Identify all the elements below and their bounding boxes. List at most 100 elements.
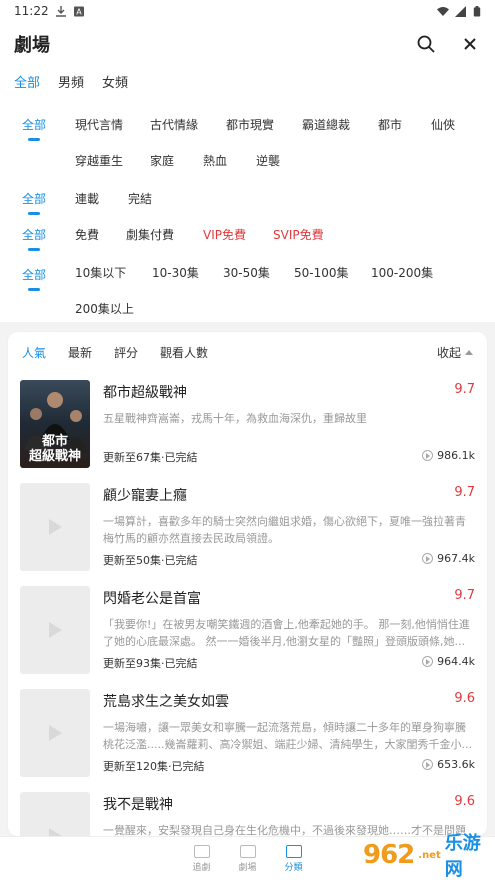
drama-score: 9.7 (454, 382, 475, 397)
pay-chip-episode-paid[interactable]: 劇集付費 (126, 226, 174, 243)
drama-item[interactable]: 顧少寵妻上癮 9.7 一場算計，喜歡多年的騎士突然向繼姐求婚，傷心欲絕下，夏唯一… (8, 475, 487, 578)
play-count-icon (422, 553, 434, 564)
genre-chip-family[interactable]: 家庭 (150, 152, 174, 169)
play-placeholder-icon (48, 519, 62, 535)
drama-views-count: 986.1k (437, 449, 475, 462)
drama-list: 人氣 最新 評分 觀看人數 收起 都市 超級戰神 都市超級戰神 9.7 五星戰神齊… (8, 332, 487, 836)
pay-chip-free[interactable]: 免費 (75, 226, 99, 243)
pay-chip-all-label: 全部 (22, 228, 47, 242)
genre-chip-all[interactable]: 全部 (22, 116, 46, 141)
genre-chip-ceo[interactable]: 霸道總裁 (302, 116, 350, 133)
drama-score: 9.6 (454, 794, 475, 809)
drama-update-status: 更新至120集·已完結 (103, 760, 205, 773)
close-icon (464, 38, 476, 50)
tab-female[interactable]: 女頻 (102, 72, 128, 96)
wifi-icon (437, 6, 449, 16)
drama-item[interactable]: 我不是戰神 9.6 一覺醒來，安梨發現自己身在生化危機中，不過後來發現她……才不… (8, 784, 487, 836)
status-chip-completed[interactable]: 完結 (128, 190, 152, 207)
battery-icon (473, 5, 481, 17)
play-count-icon (422, 450, 434, 461)
sort-bar: 人氣 最新 評分 觀看人數 收起 (8, 332, 487, 372)
chevron-up-icon (465, 349, 473, 355)
status-time: 11:22 (14, 4, 49, 18)
drama-item[interactable]: 閃婚老公是首富 9.7 「我要你!」在被男友嘲笑鐵週的酒會上,他牽起她的手。 那… (8, 578, 487, 681)
play-placeholder-icon (48, 828, 62, 836)
status-chip-all-label: 全部 (22, 192, 47, 206)
genre-chip-time-travel[interactable]: 穿越重生 (75, 152, 123, 169)
drama-cover (20, 689, 90, 777)
sort-viewers[interactable]: 觀看人數 (160, 344, 208, 361)
genre-chip-modern-romance[interactable]: 現代言情 (75, 116, 123, 133)
episodes-chip-50-100[interactable]: 50-100集 (294, 264, 349, 281)
nav-following[interactable]: 追劇 (190, 837, 214, 880)
watermark-suffix: .net (418, 849, 441, 861)
watermark-logo: 962 (363, 840, 415, 870)
drama-update-status: 更新至93集·已完結 (103, 657, 198, 670)
genre-chip-ancient-romance[interactable]: 古代情緣 (150, 116, 198, 133)
download-icon (55, 5, 66, 17)
drama-cover (20, 792, 90, 836)
play-placeholder-icon (48, 622, 62, 638)
tab-all[interactable]: 全部 (14, 72, 40, 96)
sort-rating[interactable]: 評分 (114, 344, 138, 361)
episodes-chip-10-30[interactable]: 10-30集 (152, 264, 199, 281)
active-indicator (28, 288, 40, 291)
site-watermark: 962 .net 乐游网 (363, 833, 487, 880)
cover-title-text: 都市 超級戰神 (28, 434, 81, 464)
drama-item[interactable]: 都市 超級戰神 都市超級戰神 9.7 五星戰神齊嵩崙，戎馬十年，為救血海深仇，重歸… (8, 372, 487, 475)
pay-chip-vip-free[interactable]: VIP免費 (203, 226, 246, 243)
active-indicator (28, 248, 40, 251)
nav-theater[interactable]: 劇場 (236, 837, 260, 880)
status-chip-ongoing[interactable]: 連載 (75, 190, 99, 207)
drama-cover (20, 586, 90, 674)
drama-score: 9.7 (454, 588, 475, 603)
tab-male[interactable]: 男頻 (58, 72, 84, 96)
genre-chip-xianxia[interactable]: 仙俠 (431, 116, 455, 133)
active-indicator (28, 138, 40, 141)
drama-views: 653.6k (422, 758, 475, 771)
episodes-chip-all-label: 全部 (22, 268, 47, 282)
close-button[interactable] (459, 33, 481, 55)
collapse-label: 收起 (436, 345, 461, 360)
drama-description: 「我要你!」在被男友嘲笑鐵週的酒會上,他牽起她的手。 那一刻,他悄悄住進了她的心… (103, 618, 470, 648)
drama-title: 閃婚老公是首富 (103, 591, 201, 607)
drama-update-status: 更新至67集·已完結 (103, 451, 198, 464)
genre-chip-hot-blood[interactable]: 熱血 (203, 152, 227, 169)
collapse-button[interactable]: 收起 (437, 344, 473, 361)
gender-tabs: 全部 男頻 女頻 (0, 66, 495, 96)
following-icon (193, 844, 210, 858)
pay-chip-all[interactable]: 全部 (22, 226, 46, 251)
drama-title: 都市超級戰神 (103, 385, 187, 401)
play-placeholder-icon (48, 725, 62, 741)
theater-icon (239, 844, 256, 858)
search-button[interactable] (415, 33, 437, 55)
genre-chip-urban[interactable]: 都市 (378, 116, 402, 133)
genre-chip-urban-reality[interactable]: 都市現實 (226, 116, 274, 133)
nav-category-label: 分類 (284, 862, 303, 873)
drama-cover (20, 483, 90, 571)
drama-cover: 都市 超級戰神 (20, 380, 90, 468)
play-count-icon (422, 656, 434, 667)
episodes-chip-100-200[interactable]: 100-200集 (371, 264, 433, 281)
episodes-chip-all[interactable]: 全部 (22, 266, 46, 291)
episodes-chip-under-10[interactable]: 10集以下 (75, 264, 126, 281)
drama-views-count: 653.6k (437, 758, 475, 771)
sort-latest[interactable]: 最新 (68, 344, 92, 361)
drama-item[interactable]: 荒島求生之美女如雲 9.6 一場海嘯，讓一眾美女和寧騰一起流落荒島，傾時讓二十多… (8, 681, 487, 784)
status-chip-all[interactable]: 全部 (22, 190, 46, 215)
page-title: 劇場 (14, 35, 50, 56)
filter-area: 全部 現代言情 古代情緣 都市現實 霸道總裁 都市 仙俠 穿越重生 家庭 熱血 … (0, 96, 495, 322)
drama-description: 一覺醒來，安梨發現自己身在生化危機中，不過後來發現她……才不是問題 (103, 824, 466, 836)
status-bar: 11:22 A (0, 0, 495, 22)
genre-chip-comeback[interactable]: 逆襲 (256, 152, 280, 169)
episodes-chip-30-50[interactable]: 30-50集 (223, 264, 270, 281)
drama-score: 9.7 (454, 485, 475, 500)
genre-chip-all-label: 全部 (22, 118, 47, 132)
sort-popularity[interactable]: 人氣 (22, 344, 46, 361)
drama-description: 五星戰神齊嵩崙，戎馬十年，為救血海深仇，重歸故里 (103, 412, 367, 425)
nav-category[interactable]: 分類 (282, 837, 306, 880)
episodes-chip-over-200[interactable]: 200集以上 (75, 300, 134, 317)
signal-icon (455, 5, 466, 17)
drama-update-status: 更新至50集·已完結 (103, 554, 198, 567)
pay-chip-svip-free[interactable]: SVIP免費 (273, 226, 324, 243)
